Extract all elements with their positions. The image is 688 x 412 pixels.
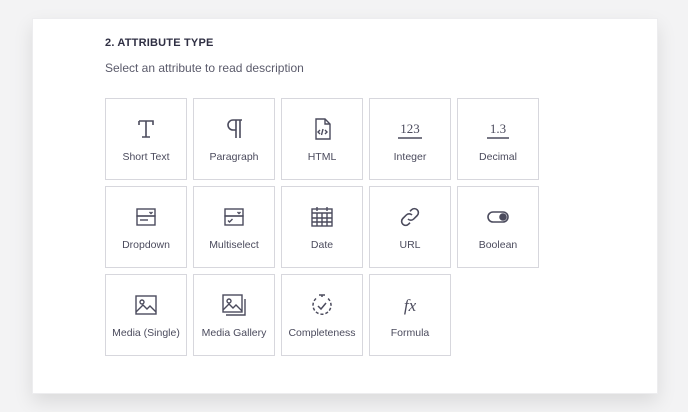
attribute-tile-paragraph[interactable]: Paragraph xyxy=(193,98,275,180)
link-icon xyxy=(396,203,424,231)
dropdown-icon xyxy=(132,203,160,231)
attribute-tile-dropdown[interactable]: Dropdown xyxy=(105,186,187,268)
image-icon xyxy=(132,291,160,319)
attribute-label: Formula xyxy=(390,327,430,339)
attribute-label: Decimal xyxy=(479,151,517,163)
text-icon xyxy=(132,115,160,143)
formula-icon: fx xyxy=(396,291,424,319)
attribute-tile-html[interactable]: HTML xyxy=(281,98,363,180)
calendar-icon xyxy=(308,203,336,231)
html-file-icon xyxy=(308,115,336,143)
attribute-label: Completeness xyxy=(288,327,356,339)
attribute-label: Media (Single) xyxy=(112,327,180,339)
decimal-icon: 1.3 xyxy=(484,115,512,143)
attribute-tile-integer[interactable]: 123 Integer xyxy=(369,98,451,180)
svg-text:123: 123 xyxy=(400,121,420,136)
attribute-label: Multiselect xyxy=(209,239,259,251)
attribute-type-grid: Short Text Paragraph HTML 123 Integer 1.… xyxy=(105,98,540,358)
attribute-label: Short Text xyxy=(122,151,170,163)
attribute-tile-decimal[interactable]: 1.3 Decimal xyxy=(457,98,539,180)
attribute-label: Paragraph xyxy=(209,151,259,163)
attribute-label: Boolean xyxy=(478,239,518,251)
attribute-tile-multiselect[interactable]: Multiselect xyxy=(193,186,275,268)
attribute-label: Integer xyxy=(393,151,427,163)
gallery-icon xyxy=(220,291,248,319)
completeness-icon xyxy=(308,291,336,319)
attribute-label: Dropdown xyxy=(122,239,170,251)
attribute-tile-boolean[interactable]: Boolean xyxy=(457,186,539,268)
number-123-icon: 123 xyxy=(396,115,424,143)
attribute-tile-url[interactable]: URL xyxy=(369,186,451,268)
attribute-tile-media-gallery[interactable]: Media Gallery xyxy=(193,274,275,356)
svg-text:fx: fx xyxy=(404,296,417,315)
toggle-icon xyxy=(484,203,512,231)
svg-text:1.3: 1.3 xyxy=(490,121,506,136)
attribute-tile-media-single[interactable]: Media (Single) xyxy=(105,274,187,356)
multiselect-icon xyxy=(220,203,248,231)
attribute-tile-date[interactable]: Date xyxy=(281,186,363,268)
attribute-label: Media Gallery xyxy=(201,327,267,339)
attribute-label: URL xyxy=(399,239,421,251)
attribute-tile-completeness[interactable]: Completeness xyxy=(281,274,363,356)
attribute-label: Date xyxy=(310,239,334,251)
pilcrow-icon xyxy=(220,115,248,143)
attribute-tile-short-text[interactable]: Short Text xyxy=(105,98,187,180)
section-subtitle: Select an attribute to read description xyxy=(105,61,304,75)
attribute-tile-formula[interactable]: fx Formula xyxy=(369,274,451,356)
section-title: 2. ATTRIBUTE TYPE xyxy=(105,37,214,49)
attribute-label: HTML xyxy=(307,151,337,163)
